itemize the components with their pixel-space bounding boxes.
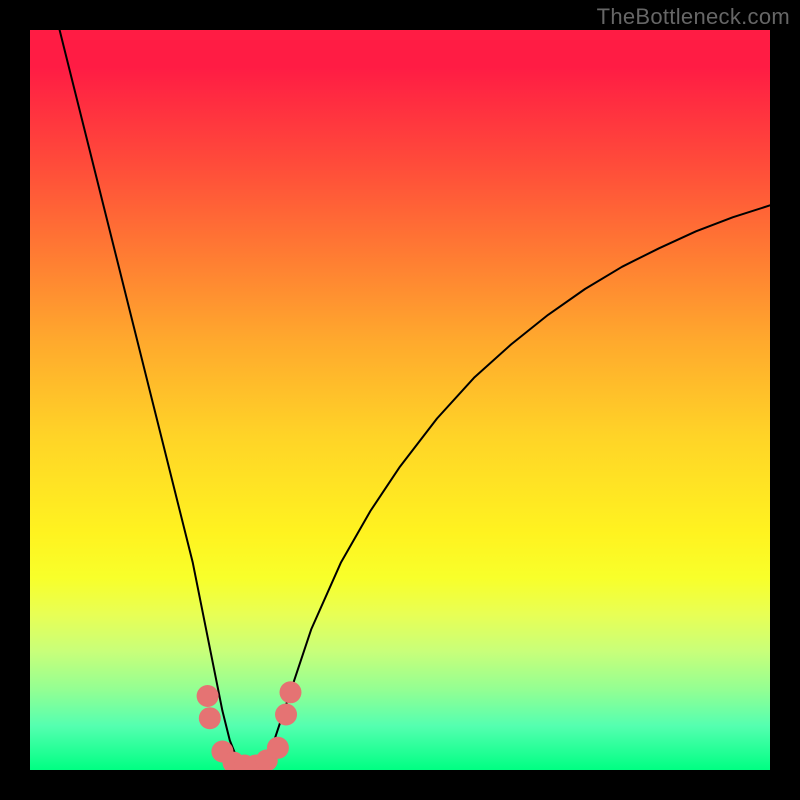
- outer-frame: TheBottleneck.com: [0, 0, 800, 800]
- plot-area: [30, 30, 770, 770]
- watermark-text: TheBottleneck.com: [597, 4, 790, 30]
